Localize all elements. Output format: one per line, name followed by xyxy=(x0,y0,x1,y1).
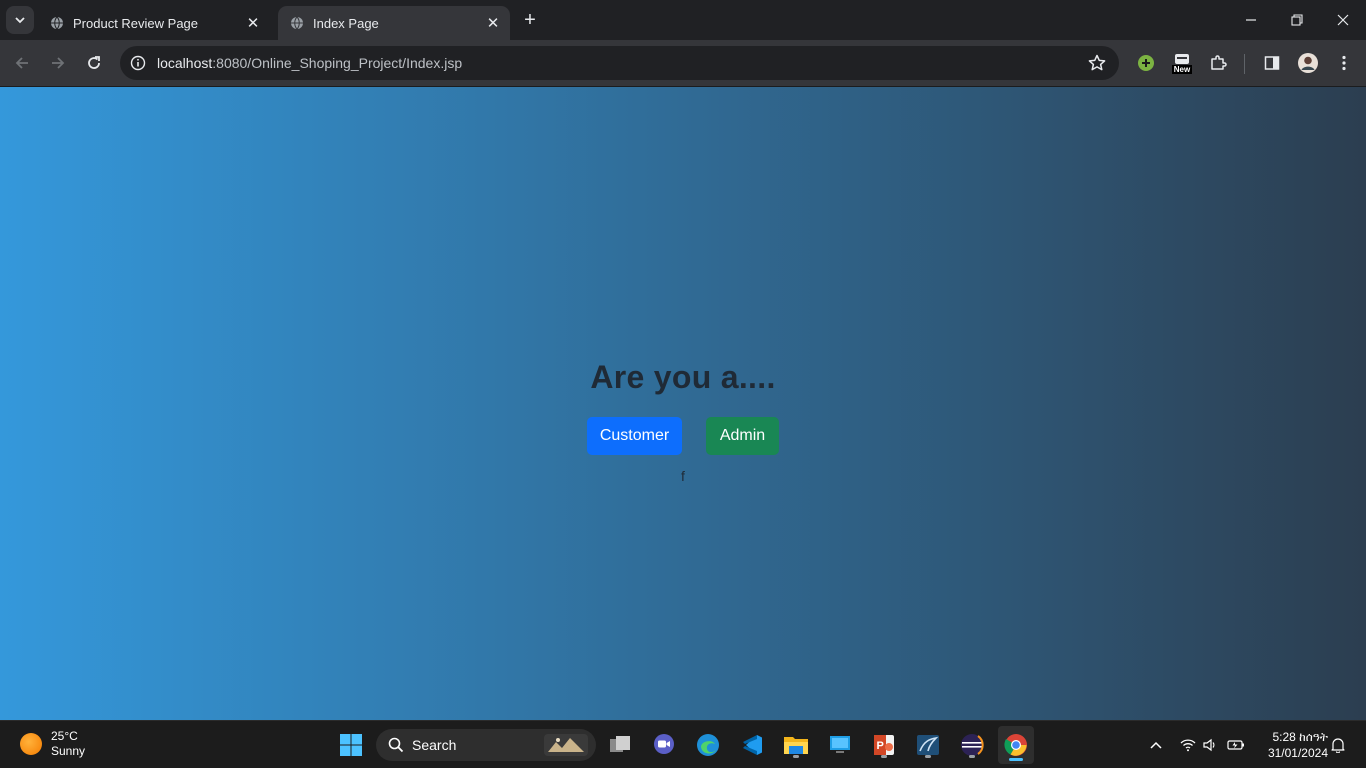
puzzle-icon xyxy=(1211,55,1227,70)
extension-new-icon[interactable]: New xyxy=(1170,51,1194,75)
tab-strip: Product Review Page ✕ Index Page ✕ + xyxy=(0,0,1366,41)
restore-icon xyxy=(1291,14,1303,26)
side-panel-button[interactable] xyxy=(1260,51,1284,75)
tab-title: Index Page xyxy=(313,15,379,31)
extension-green-icon[interactable] xyxy=(1134,51,1158,75)
mysql-workbench-button[interactable] xyxy=(912,729,944,761)
edge-button[interactable] xyxy=(692,729,724,761)
toolbar-divider xyxy=(1244,54,1245,74)
notifications-button[interactable] xyxy=(1328,735,1348,755)
page-viewport: Are you a.... Customer Admin f xyxy=(0,87,1366,720)
reload-button[interactable] xyxy=(82,51,106,75)
wifi-status[interactable] xyxy=(1178,735,1198,755)
arrow-left-icon xyxy=(15,57,28,69)
clock-date: 31/01/2024 xyxy=(1267,746,1328,760)
address-bar[interactable]: localhost:8080/Online_Shoping_Project/In… xyxy=(120,46,1119,80)
windows-start-icon xyxy=(340,734,362,756)
site-info-icon[interactable] xyxy=(128,53,148,73)
url-host: localhost xyxy=(157,55,213,71)
chevron-up-icon xyxy=(1150,741,1162,749)
tab-title: Product Review Page xyxy=(73,15,199,31)
eclipse-button[interactable] xyxy=(956,729,988,761)
forward-button[interactable] xyxy=(46,51,70,75)
browser-toolbar: localhost:8080/Online_Shoping_Project/In… xyxy=(0,40,1366,87)
side-panel-icon xyxy=(1264,56,1280,70)
bell-icon xyxy=(1331,738,1345,753)
profile-avatar[interactable] xyxy=(1296,51,1320,75)
back-button[interactable] xyxy=(10,51,34,75)
running-indicator xyxy=(881,755,887,758)
system-clock[interactable]: 5:28 ከሰዓት 31/01/2024 xyxy=(1256,729,1328,761)
stray-text: f xyxy=(681,468,685,484)
clock-time: 5:28 ከሰዓት xyxy=(1272,730,1328,744)
powerpoint-icon: P xyxy=(874,735,894,755)
meet-icon xyxy=(654,734,674,754)
mysql-workbench-icon xyxy=(917,735,939,755)
file-explorer-button[interactable] xyxy=(780,729,812,761)
search-highlight-icon xyxy=(544,734,588,756)
extension-new-badge: New xyxy=(1171,64,1193,74)
globe-icon xyxy=(291,16,303,30)
tab-product-review[interactable]: Product Review Page ✕ xyxy=(38,6,270,40)
browser-menu-button[interactable] xyxy=(1332,51,1356,75)
reload-icon xyxy=(88,56,100,69)
taskbar-search-box[interactable]: Search xyxy=(376,729,596,761)
volume-status[interactable] xyxy=(1200,735,1220,755)
globe-icon xyxy=(51,16,63,30)
restore-button[interactable] xyxy=(1274,0,1320,40)
tab-search-button[interactable] xyxy=(6,6,34,34)
wifi-icon xyxy=(1180,739,1196,752)
url-text: localhost:8080/Online_Shoping_Project/In… xyxy=(157,55,462,71)
eclipse-icon xyxy=(961,734,984,756)
weather-description: Sunny xyxy=(51,744,86,758)
url-path: :8080/Online_Shoping_Project/Index.jsp xyxy=(212,55,463,71)
start-button[interactable] xyxy=(335,729,367,761)
close-icon xyxy=(1337,14,1349,26)
remote-desktop-button[interactable] xyxy=(824,729,856,761)
vscode-icon xyxy=(743,735,762,755)
chrome-button[interactable] xyxy=(998,726,1034,764)
vscode-button[interactable] xyxy=(736,729,768,761)
battery-charging-icon xyxy=(1227,740,1244,750)
page-heading: Are you a.... xyxy=(590,359,776,395)
running-indicator xyxy=(969,755,975,758)
minimize-icon xyxy=(1246,19,1256,21)
task-view-button[interactable] xyxy=(604,729,636,761)
admin-button[interactable]: Admin xyxy=(706,417,779,455)
weather-temperature: 25°C xyxy=(51,729,78,743)
new-tab-button[interactable]: + xyxy=(519,9,541,31)
weather-widget[interactable]: 25°C Sunny xyxy=(20,729,85,759)
close-tab-icon[interactable]: ✕ xyxy=(244,14,262,32)
active-indicator xyxy=(1009,758,1023,761)
task-view-icon xyxy=(610,736,630,752)
meet-button[interactable] xyxy=(648,729,680,761)
battery-status[interactable] xyxy=(1226,735,1246,755)
sun-icon xyxy=(20,733,42,755)
minimize-button[interactable] xyxy=(1228,0,1274,40)
tab-index-page[interactable]: Index Page ✕ xyxy=(278,6,510,40)
svg-text:P: P xyxy=(877,740,884,752)
taskbar: 25°C Sunny Search P 5:28 ከሰዓት 31/01/2024 xyxy=(0,720,1366,768)
running-indicator xyxy=(793,755,799,758)
more-vert-icon xyxy=(1342,55,1346,71)
chrome-icon xyxy=(1004,734,1027,756)
customer-button[interactable]: Customer xyxy=(587,417,682,455)
edge-icon xyxy=(697,734,719,756)
arrow-right-icon xyxy=(52,57,65,69)
bookmark-star-icon[interactable] xyxy=(1087,53,1107,73)
close-tab-icon[interactable]: ✕ xyxy=(484,14,502,32)
search-icon xyxy=(388,737,404,753)
avatar-icon xyxy=(1298,53,1318,73)
show-hidden-icons-button[interactable] xyxy=(1146,735,1166,755)
remote-desktop-icon xyxy=(830,736,850,753)
search-label: Search xyxy=(412,737,457,753)
running-indicator xyxy=(925,755,931,758)
extensions-button[interactable] xyxy=(1206,51,1230,75)
close-window-button[interactable] xyxy=(1320,0,1366,40)
file-explorer-icon xyxy=(784,737,808,754)
powerpoint-button[interactable]: P xyxy=(868,729,900,761)
chevron-down-icon xyxy=(15,17,25,24)
speaker-icon xyxy=(1203,738,1215,752)
